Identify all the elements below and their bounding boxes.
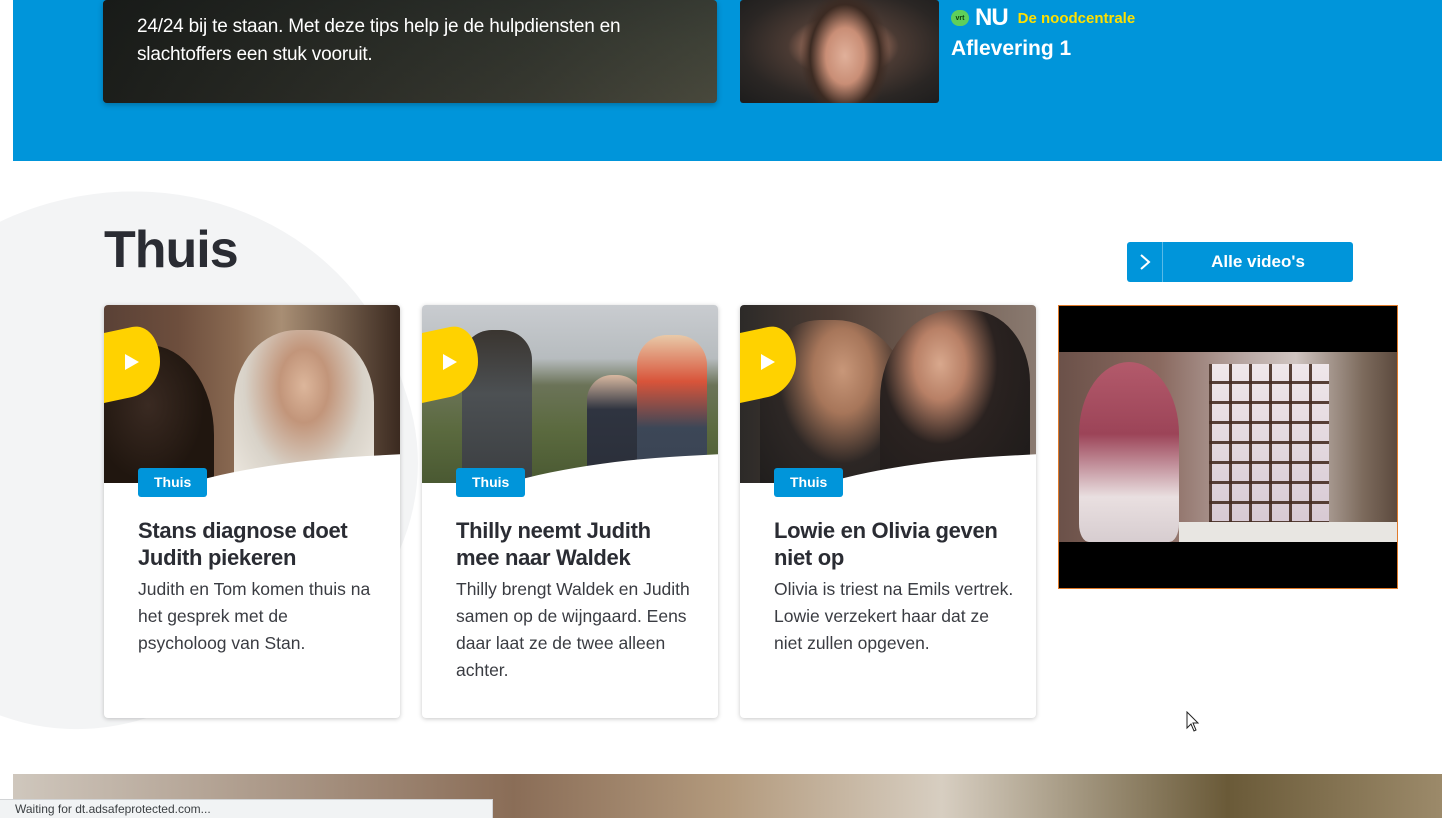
featured-article-card[interactable]: 24/24 bij te staan. Met deze tips help j… (103, 0, 717, 103)
category-tag[interactable]: Thuis (774, 468, 844, 497)
mouse-pointer-icon (1186, 710, 1200, 738)
nu-mark: NU (975, 4, 1009, 31)
all-videos-label: Alle video's (1211, 252, 1305, 271)
video-window-scene (1209, 364, 1329, 524)
section-title: Thuis (104, 221, 239, 279)
chevron-right-icon (1127, 242, 1163, 282)
card-description: Judith en Tom komen thuis na het gesprek… (138, 579, 371, 653)
category-tag[interactable]: Thuis (138, 468, 208, 497)
card-description: Olivia is triest na Emils vertrek. Lowie… (774, 579, 1014, 653)
video-table (1179, 522, 1397, 542)
video-frame (1059, 352, 1397, 542)
video-card[interactable]: Thuis Thilly neemt Judith mee naar Walde… (422, 305, 718, 718)
card-title[interactable]: Thilly neemt Judith mee naar Waldek (456, 517, 696, 571)
browser-status-bar: Waiting for dt.adsafeprotected.com... (0, 799, 493, 818)
category-tag[interactable]: Thuis (456, 468, 526, 497)
featured-article-text: 24/24 bij te staan. Met deze tips help j… (137, 16, 621, 65)
show-name[interactable]: De noodcentrale (1018, 10, 1136, 27)
vrtnu-logo[interactable]: vrt NU De noodcentrale (951, 4, 1136, 31)
video-card[interactable]: Thuis Lowie en Olivia geven niet op Oliv… (740, 305, 1036, 718)
video-player[interactable] (1058, 305, 1398, 589)
card-description: Thilly brengt Waldek en Judith samen op … (456, 579, 690, 680)
video-figure (1079, 362, 1179, 542)
episode-thumbnail[interactable] (740, 0, 939, 103)
all-videos-button[interactable]: Alle video's (1127, 242, 1353, 282)
vrt-badge: vrt (951, 10, 969, 26)
thumbnail-person (800, 0, 890, 103)
card-title[interactable]: Stans diagnose doet Judith piekeren (138, 517, 378, 571)
video-card[interactable]: Thuis Stans diagnose doet Judith piekere… (104, 305, 400, 718)
card-title[interactable]: Lowie en Olivia geven niet op (774, 517, 1014, 571)
episode-title[interactable]: Aflevering 1 (951, 37, 1071, 61)
